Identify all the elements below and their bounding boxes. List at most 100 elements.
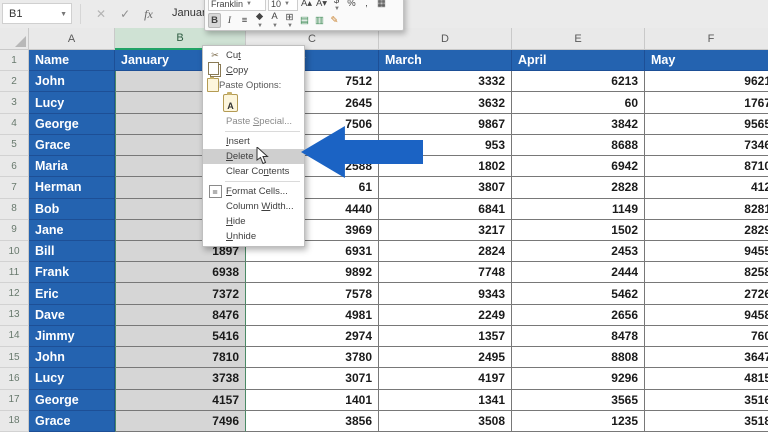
row-header-16[interactable]: 16 <box>0 368 29 389</box>
cell-A7[interactable]: Herman <box>29 177 115 198</box>
row-header-14[interactable]: 14 <box>0 326 29 347</box>
cell-A8[interactable]: Bob <box>29 199 115 220</box>
cell-B13[interactable]: 8476 <box>115 305 246 326</box>
cell-A15[interactable]: John <box>29 347 115 368</box>
menu-item-paste-keep-formatting[interactable]: A <box>203 92 304 114</box>
column-header-A[interactable]: A <box>29 28 115 50</box>
row-header-10[interactable]: 10 <box>0 241 29 262</box>
cell-F17[interactable]: 3516 <box>645 390 768 411</box>
cell-B15[interactable]: 7810 <box>115 347 246 368</box>
cell-A10[interactable]: Bill <box>29 241 115 262</box>
cell-F14[interactable]: 760 <box>645 326 768 347</box>
cell-D2[interactable]: 3332 <box>379 71 512 92</box>
cell-D12[interactable]: 9343 <box>379 283 512 304</box>
cell-E12[interactable]: 5462 <box>512 283 645 304</box>
increase-font-icon[interactable]: A▴ <box>300 0 313 11</box>
row-header-9[interactable]: 9 <box>0 220 29 241</box>
menu-item-copy[interactable]: Copy <box>203 63 304 78</box>
cell-D3[interactable]: 3632 <box>379 92 512 113</box>
cell-E13[interactable]: 2656 <box>512 305 645 326</box>
cell-A17[interactable]: George <box>29 390 115 411</box>
cell-A6[interactable]: Maria <box>29 156 115 177</box>
cell-F7[interactable]: 412 <box>645 177 768 198</box>
cell-F9[interactable]: 2829 <box>645 220 768 241</box>
cell-C18[interactable]: 3856 <box>246 411 379 432</box>
cell-E6[interactable]: 6942 <box>512 156 645 177</box>
cell-E18[interactable]: 1235 <box>512 411 645 432</box>
cell-A9[interactable]: Jane <box>29 220 115 241</box>
decrease-font-icon[interactable]: A▾ <box>315 0 328 11</box>
format-table-icon[interactable]: ▦ <box>375 0 388 11</box>
accounting-format-icon[interactable]: $▼ <box>330 0 343 11</box>
cell-C11[interactable]: 9892 <box>246 262 379 283</box>
percent-style-icon[interactable]: % <box>345 0 358 11</box>
delete-cells-icon[interactable]: ▥ <box>313 13 326 28</box>
cell-C16[interactable]: 3071 <box>246 368 379 389</box>
cell-F6[interactable]: 8710 <box>645 156 768 177</box>
row-header-11[interactable]: 11 <box>0 262 29 283</box>
menu-item-insert[interactable]: Insert <box>203 134 304 149</box>
cell-E15[interactable]: 8808 <box>512 347 645 368</box>
cell-F18[interactable]: 3518 <box>645 411 768 432</box>
cell-D18[interactable]: 3508 <box>379 411 512 432</box>
bold-button[interactable]: B <box>208 13 221 28</box>
cell-E14[interactable]: 8478 <box>512 326 645 347</box>
cell-E9[interactable]: 1502 <box>512 220 645 241</box>
cell-D7[interactable]: 3807 <box>379 177 512 198</box>
column-header-E[interactable]: E <box>512 28 645 50</box>
font-color-button[interactable]: A▼ <box>268 13 281 28</box>
cell-A13[interactable]: Dave <box>29 305 115 326</box>
cell-D11[interactable]: 7748 <box>379 262 512 283</box>
row-header-18[interactable]: 18 <box>0 411 29 432</box>
cell-E1[interactable]: April <box>512 50 645 71</box>
menu-item-column-width[interactable]: Column Width... <box>203 199 304 214</box>
cancel-icon[interactable]: ✕ <box>96 7 106 21</box>
cell-B18[interactable]: 7496 <box>115 411 246 432</box>
cell-D9[interactable]: 3217 <box>379 220 512 241</box>
menu-item-cut[interactable]: ✂Cut <box>203 48 304 63</box>
cell-A16[interactable]: Lucy <box>29 368 115 389</box>
row-header-7[interactable]: 7 <box>0 177 29 198</box>
cell-F5[interactable]: 7346 <box>645 135 768 156</box>
cell-D17[interactable]: 1341 <box>379 390 512 411</box>
cell-D1[interactable]: March <box>379 50 512 71</box>
cell-D16[interactable]: 4197 <box>379 368 512 389</box>
cell-F3[interactable]: 1767 <box>645 92 768 113</box>
cell-B12[interactable]: 7372 <box>115 283 246 304</box>
enter-icon[interactable]: ✓ <box>120 7 130 21</box>
row-header-8[interactable]: 8 <box>0 199 29 220</box>
cell-F1[interactable]: May <box>645 50 768 71</box>
cell-E10[interactable]: 2453 <box>512 241 645 262</box>
menu-item-format-cells[interactable]: ≣Format Cells... <box>203 184 304 199</box>
menu-item-unhide[interactable]: Unhide <box>203 229 304 244</box>
insert-cells-icon[interactable]: ▤ <box>298 13 311 28</box>
cell-F12[interactable]: 2726 <box>645 283 768 304</box>
cell-E2[interactable]: 6213 <box>512 71 645 92</box>
cell-C17[interactable]: 1401 <box>246 390 379 411</box>
cell-F15[interactable]: 3647 <box>645 347 768 368</box>
select-all-corner[interactable] <box>0 28 29 50</box>
cell-E17[interactable]: 3565 <box>512 390 645 411</box>
cell-E8[interactable]: 1149 <box>512 199 645 220</box>
cell-E16[interactable]: 9296 <box>512 368 645 389</box>
cell-A5[interactable]: Grace <box>29 135 115 156</box>
cell-C13[interactable]: 4981 <box>246 305 379 326</box>
borders-button[interactable]: ⊞▼ <box>283 13 296 28</box>
cell-E5[interactable]: 8688 <box>512 135 645 156</box>
font-size-select[interactable]: 10 ▼ <box>268 0 298 11</box>
column-header-D[interactable]: D <box>379 28 512 50</box>
cell-A14[interactable]: Jimmy <box>29 326 115 347</box>
cell-A12[interactable]: Eric <box>29 283 115 304</box>
menu-item-delete[interactable]: Delete <box>203 149 304 164</box>
cell-D15[interactable]: 2495 <box>379 347 512 368</box>
name-box[interactable]: B1 ▼ <box>2 3 72 24</box>
row-header-12[interactable]: 12 <box>0 283 29 304</box>
cell-F8[interactable]: 8281 <box>645 199 768 220</box>
cell-A2[interactable]: John <box>29 71 115 92</box>
cell-D13[interactable]: 2249 <box>379 305 512 326</box>
cell-F13[interactable]: 9458 <box>645 305 768 326</box>
cell-B14[interactable]: 5416 <box>115 326 246 347</box>
row-header-4[interactable]: 4 <box>0 114 29 135</box>
cell-C15[interactable]: 3780 <box>246 347 379 368</box>
menu-item-hide[interactable]: Hide <box>203 214 304 229</box>
